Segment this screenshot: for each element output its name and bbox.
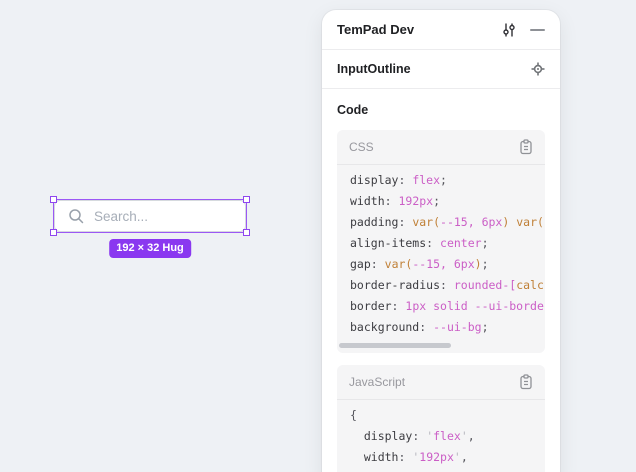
search-icon — [68, 208, 85, 225]
code-section-title: Code — [337, 103, 545, 117]
js-block-label: JavaScript — [349, 375, 519, 389]
copy-icon[interactable] — [519, 139, 533, 155]
panel-body: Code CSS display: flex;width: 192px;padd… — [322, 89, 560, 472]
copy-icon[interactable] — [519, 374, 533, 390]
search-placeholder: Search... — [94, 209, 148, 224]
panel-title: TemPad Dev — [337, 22, 501, 37]
locate-icon[interactable] — [531, 62, 545, 76]
js-code-block: JavaScript { display: 'flex', width: '19… — [337, 365, 545, 472]
js-block-header: JavaScript — [337, 365, 545, 400]
horizontal-scrollbar[interactable] — [339, 343, 451, 348]
css-code-block: CSS display: flex;width: 192px;padding: … — [337, 130, 545, 353]
js-code: { display: 'flex', width: '192px', paddi… — [337, 400, 545, 472]
selected-node-name: InputOutline — [337, 62, 531, 76]
panel-header: TemPad Dev — [322, 10, 560, 50]
css-block-label: CSS — [349, 140, 519, 154]
size-badge: 192 × 32 Hug — [109, 239, 191, 258]
search-input-component[interactable]: Search... — [54, 200, 246, 232]
css-block-header: CSS — [337, 130, 545, 165]
sliders-icon[interactable] — [501, 22, 517, 38]
minimize-icon[interactable] — [530, 22, 545, 38]
css-code: display: flex;width: 192px;padding: var(… — [337, 165, 545, 340]
tempad-dev-panel: TemPad Dev InputOutline — [322, 10, 560, 472]
selected-node-row: InputOutline — [322, 50, 560, 89]
